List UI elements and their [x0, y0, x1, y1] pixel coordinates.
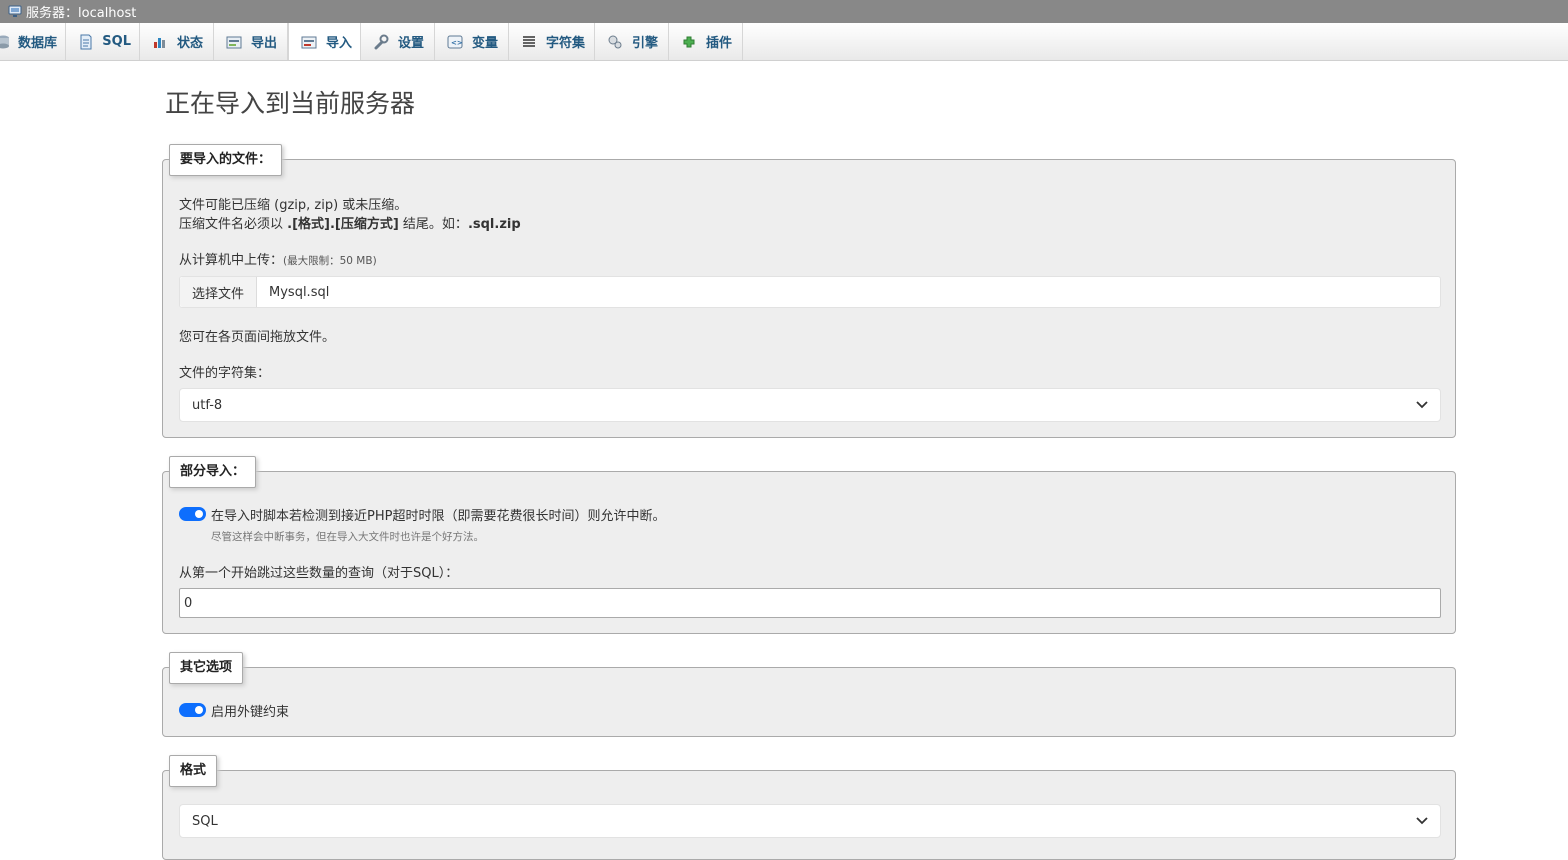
- skip-queries-value: 0: [184, 595, 193, 611]
- tab-label: 插件: [706, 36, 733, 51]
- foreign-keys-label[interactable]: 启用外键约束: [211, 701, 289, 720]
- wrench-icon: [373, 34, 389, 50]
- format-selected-value: SQL: [192, 813, 218, 829]
- tab-label: 导入: [326, 36, 353, 51]
- section-legend: 部分导入：: [169, 456, 257, 488]
- allow-interrupt-label[interactable]: 在导入时脚本若检测到接近PHP超时时限（即需要花费很长时间）则允许中断。: [211, 505, 665, 524]
- choose-file-button[interactable]: 选择文件: [180, 277, 258, 307]
- plugin-icon: [681, 34, 697, 50]
- skip-queries-label: 从第一个开始跳过这些数量的查询（对于SQL）：: [179, 566, 459, 581]
- svg-text:<>: <>: [451, 39, 463, 47]
- page-title: 正在导入到当前服务器: [165, 89, 416, 118]
- variables-icon: <>: [447, 34, 463, 50]
- drag-drop-hint: 您可在各页面间拖放文件。: [179, 330, 336, 345]
- section-legend: 要导入的文件：: [169, 144, 283, 176]
- tab-label: 字符集: [546, 36, 586, 51]
- tab-export[interactable]: 导出: [214, 23, 288, 60]
- tab-variables[interactable]: <> 变量: [435, 23, 509, 60]
- tab-charsets[interactable]: 字符集: [509, 23, 595, 60]
- compression-naming-rule: 压缩文件名必须以 .[格式].[压缩方式] 结尾。如：.sql.zip: [179, 217, 521, 232]
- charset-select[interactable]: utf-8: [179, 388, 1441, 422]
- server-icon: [8, 5, 22, 18]
- tab-label: 设置: [398, 36, 425, 51]
- other-options-section: 其它选项 启用外键约束: [162, 652, 1456, 737]
- allow-interrupt-hint: 尽管这样会中断事务，但在导入大文件时也许是个好方法。: [211, 531, 484, 543]
- charset-selected-value: utf-8: [192, 397, 223, 413]
- import-icon: [301, 34, 317, 50]
- charset-label: 文件的字符集：: [179, 366, 271, 381]
- compression-description: 文件可能已压缩 (gzip, zip) 或未压缩。: [179, 198, 408, 213]
- chevron-down-icon: [1416, 398, 1428, 413]
- tab-label: SQL: [102, 34, 131, 49]
- foreign-keys-toggle[interactable]: [179, 703, 206, 717]
- upload-label: 从计算机中上传：(最大限制：50 MB): [179, 253, 377, 268]
- chosen-file-name: Mysql.sql: [269, 284, 330, 300]
- tab-plugins[interactable]: 插件: [669, 23, 743, 60]
- server-titlebar: 服务器：localhost: [0, 0, 1568, 23]
- file-to-import-section: 要导入的文件： 文件可能已压缩 (gzip, zip) 或未压缩。 压缩文件名必…: [162, 144, 1456, 438]
- charset-icon: [521, 34, 537, 50]
- server-breadcrumb[interactable]: 服务器：localhost: [26, 2, 136, 21]
- tab-sql[interactable]: SQL: [66, 23, 140, 60]
- tab-status[interactable]: 状态: [140, 23, 214, 60]
- tab-label: 导出: [251, 36, 278, 51]
- tab-label: 引擎: [632, 36, 659, 51]
- tab-settings[interactable]: 设置: [361, 23, 435, 60]
- format-section: 格式 SQL: [162, 755, 1456, 860]
- status-icon: [152, 34, 168, 50]
- sql-icon: [78, 34, 93, 50]
- partial-import-section: 部分导入： 在导入时脚本若检测到接近PHP超时时限（即需要花费很长时间）则允许中…: [162, 456, 1456, 634]
- export-icon: [226, 34, 242, 50]
- tab-label: 变量: [472, 36, 499, 51]
- format-select[interactable]: SQL: [179, 804, 1441, 838]
- tab-databases[interactable]: 数据库: [0, 23, 66, 60]
- section-legend: 其它选项: [169, 652, 244, 684]
- tab-import[interactable]: 导入: [288, 23, 361, 60]
- engine-icon: [607, 34, 623, 50]
- allow-interrupt-toggle[interactable]: [179, 507, 206, 521]
- skip-queries-input[interactable]: 0: [179, 588, 1441, 618]
- file-input[interactable]: 选择文件 Mysql.sql: [179, 276, 1441, 308]
- chevron-down-icon: [1416, 814, 1428, 829]
- section-legend: 格式: [169, 755, 218, 787]
- tab-label: 数据库: [18, 36, 58, 51]
- tab-engines[interactable]: 引擎: [595, 23, 669, 60]
- database-icon: [0, 34, 10, 50]
- tab-label: 状态: [177, 36, 204, 51]
- upload-size-limit: (最大限制：50 MB): [283, 255, 377, 267]
- main-tabbar: 数据库 SQL 状态 导出 导入 设置 <> 变量 字符集 引擎 插件: [0, 23, 1568, 61]
